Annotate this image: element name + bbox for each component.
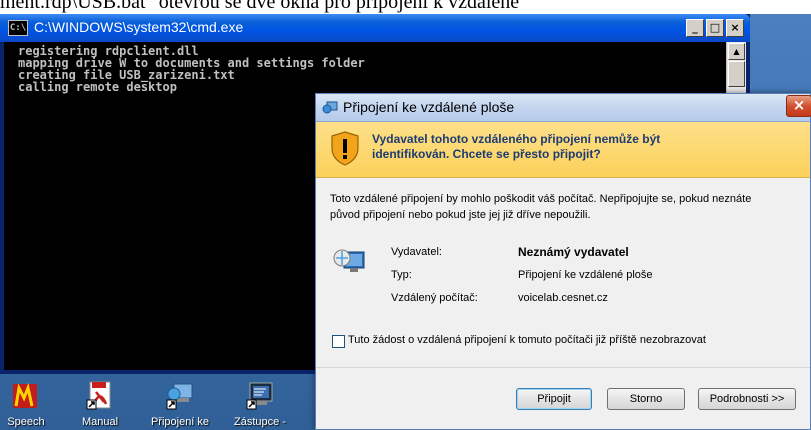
minimize-button[interactable]: _ — [686, 19, 704, 37]
dialog-title: Připojení ke vzdálené ploše — [343, 99, 515, 115]
remote-computer-label: Vzdálený počítač: — [391, 292, 478, 304]
document-text-line: ment.rdp\USB.bat" otevřou se dvě okna pr… — [0, 0, 520, 13]
shortcut-icon — [246, 382, 273, 410]
description-line: původ připojení nebo pokud jste jej již … — [330, 209, 591, 221]
desktop-icon-label: Speech — [7, 416, 45, 428]
dont-ask-checkbox[interactable] — [332, 335, 345, 348]
warning-banner: Vydavatel tohoto vzdáleného připojení ne… — [316, 122, 810, 178]
cancel-button[interactable]: Storno — [607, 388, 685, 410]
remote-computer-value: voicelab.cesnet.cz — [518, 292, 608, 304]
desktop-icon-manual[interactable]: Manual — [68, 380, 132, 430]
warning-line: Vydavatel tohoto vzdáleného připojení ne… — [372, 132, 661, 146]
console-app-icon[interactable]: C:\ — [8, 20, 28, 36]
type-value: Připojení ke vzdálené ploše — [518, 269, 653, 281]
details-button[interactable]: Podrobnosti >> — [698, 388, 796, 410]
desktop-icon-label: Připojení ke — [150, 416, 210, 428]
close-button[interactable]: × — [726, 19, 744, 37]
scroll-thumb[interactable] — [728, 61, 745, 87]
desktop-icon-remote-desktop[interactable]: Připojení ke — [148, 380, 212, 430]
dialog-titlebar[interactable]: Připojení ke vzdálené ploše × — [316, 94, 811, 122]
remote-connection-icon — [333, 249, 365, 272]
cmd-titlebar[interactable]: C:\ C:\WINDOWS\system32\cmd.exe _ □ × — [0, 14, 750, 42]
publisher-label: Vydavatel: — [391, 246, 442, 258]
dont-ask-checkbox-label[interactable]: Tuto žádost o vzdálená připojení k tomut… — [348, 334, 706, 346]
warning-message: Vydavatel tohoto vzdáleného připojení ne… — [372, 132, 792, 162]
description-line: Toto vzdálené připojení by mohlo poškodi… — [330, 193, 752, 205]
dialog-description: Toto vzdálené připojení by mohlo poškodi… — [330, 191, 800, 223]
speech-app-icon — [13, 382, 37, 408]
desktop-icon-shortcut[interactable]: Zástupce - — [228, 380, 292, 430]
warning-line: identifikován. Chcete se přesto připojit… — [372, 147, 601, 161]
dialog-separator — [316, 367, 810, 368]
remote-desktop-shortcut-icon — [166, 383, 193, 410]
maximize-button[interactable]: □ — [706, 19, 724, 37]
type-label: Typ: — [391, 269, 412, 281]
desktop-icon-label: Manual — [81, 416, 119, 428]
scroll-up-button[interactable]: ▲ — [728, 43, 745, 60]
desktop-icon-speech[interactable]: Speech — [0, 380, 58, 430]
dialog-close-button[interactable]: × — [786, 95, 811, 117]
remote-desktop-icon — [322, 101, 338, 114]
remote-desktop-dialog: Připojení ke vzdálené ploše × Vydavatel … — [315, 93, 811, 430]
pdf-shortcut-icon — [86, 381, 111, 410]
console-line: calling remote desktop — [18, 80, 177, 94]
warning-shield-icon — [331, 131, 359, 166]
desktop-icon-label: Zástupce - — [234, 416, 286, 428]
publisher-value: Neznámý vydavatel — [518, 245, 629, 259]
connect-button[interactable]: Připojit — [516, 388, 592, 410]
cmd-window-title: C:\WINDOWS\system32\cmd.exe — [34, 19, 244, 35]
background-document-text: ment.rdp\USB.bat" otevřou se dvě okna pr… — [0, 0, 811, 14]
